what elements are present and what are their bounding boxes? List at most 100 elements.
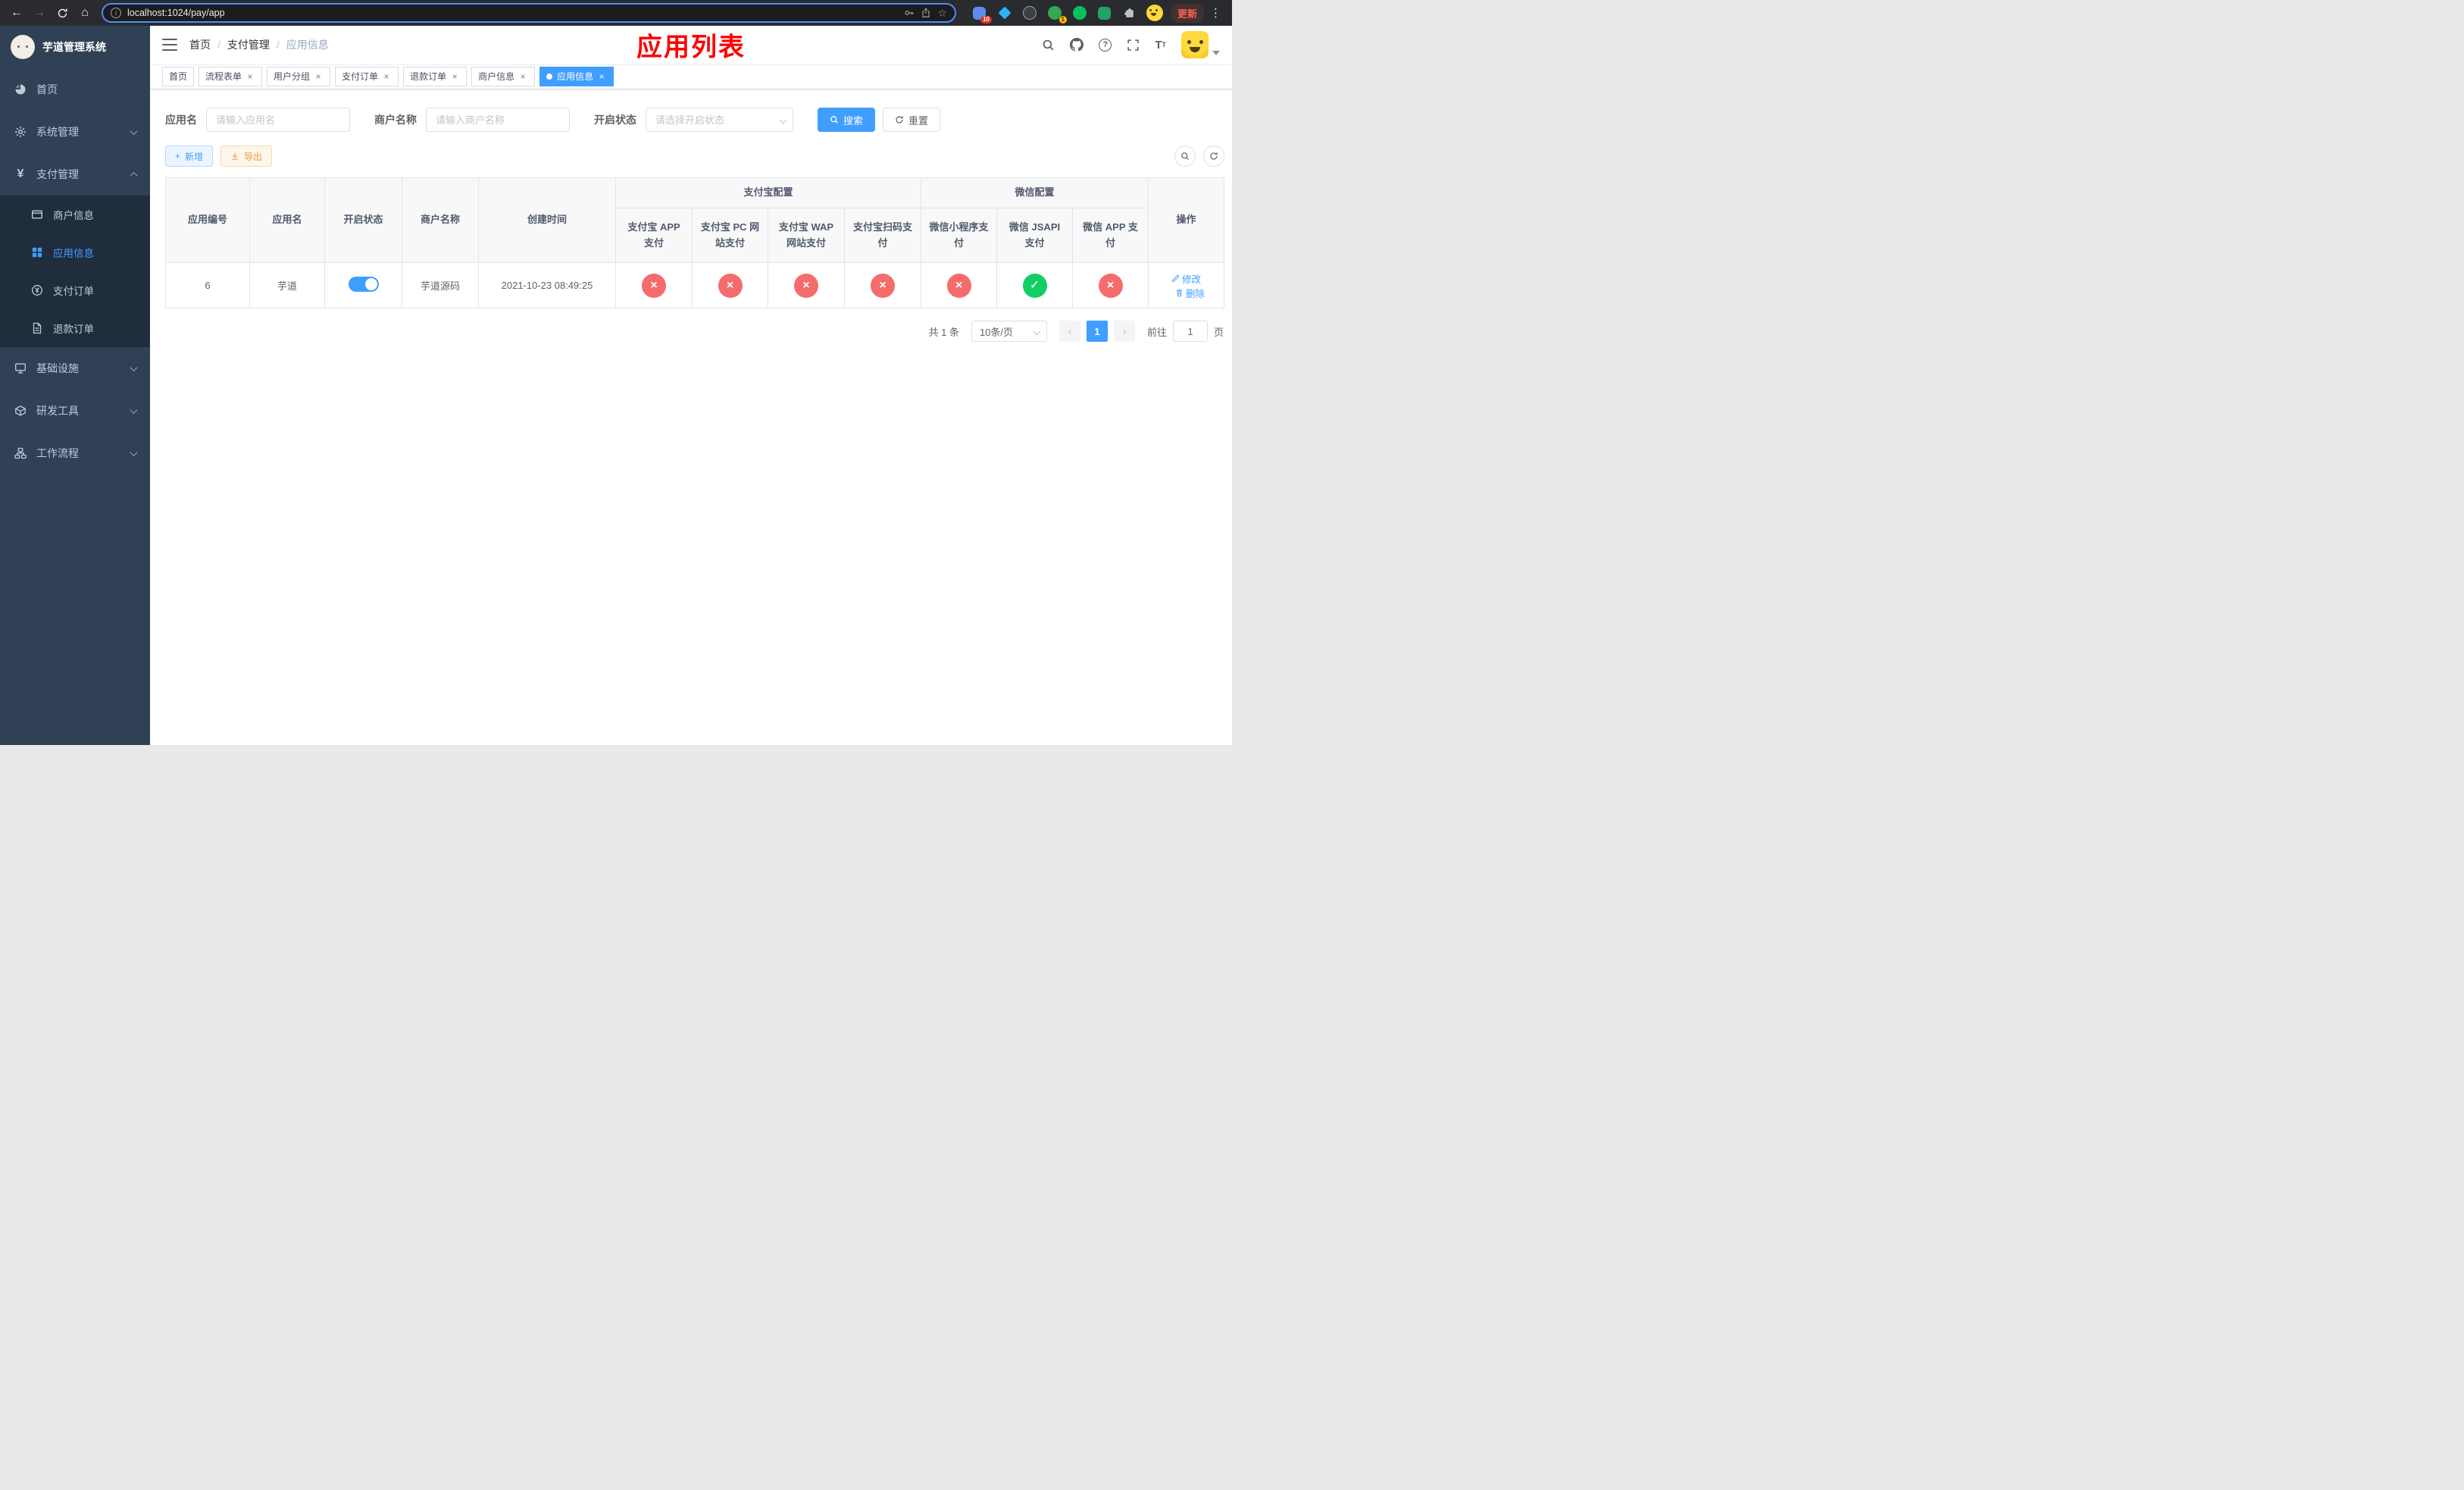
table-row: 6 芋道 芋道源码 2021-10-23 08:49:25 × × × × ×: [165, 262, 1225, 308]
close-icon[interactable]: ×: [245, 71, 255, 82]
extension-icon-4[interactable]: 1: [1046, 5, 1067, 23]
reload-icon[interactable]: [52, 2, 73, 23]
add-button[interactable]: + 新增: [165, 146, 214, 167]
tab-merchant-info[interactable]: 商户信息 ×: [471, 66, 536, 86]
hamburger-icon[interactable]: [162, 39, 177, 51]
profile-avatar[interactable]: [1146, 5, 1163, 21]
app-title: 芋道管理系统: [42, 41, 106, 53]
bookmark-star-icon[interactable]: ☆: [937, 7, 947, 20]
share-icon[interactable]: [921, 8, 931, 18]
page-number-1[interactable]: 1: [1086, 321, 1108, 342]
breadcrumb-home[interactable]: 首页: [189, 37, 211, 52]
cell-status: [324, 262, 402, 308]
back-icon[interactable]: ←: [6, 2, 27, 23]
sidebar-item-infra[interactable]: 基础设施: [0, 347, 150, 390]
col-group-alipay: 支付宝配置: [614, 177, 922, 208]
fullscreen-icon[interactable]: [1127, 39, 1140, 52]
config-cell: ×: [1072, 262, 1149, 308]
delete-button[interactable]: 删除: [1175, 286, 1205, 300]
cell-app-name: 芋道: [249, 262, 325, 308]
extension-icon-3[interactable]: [1021, 5, 1038, 21]
page-title-annotation: 应用列表: [636, 33, 746, 62]
search-icon[interactable]: [1042, 39, 1055, 52]
config-status-icon: ×: [794, 273, 818, 298]
table-toolbar: + 新增 导出: [165, 146, 1224, 167]
sidebar-item-pay-order[interactable]: 支付订单: [0, 271, 150, 309]
pagination: 共 1 条 10条/页 ‹ 1 › 前往 页: [165, 321, 1224, 342]
user-menu[interactable]: [1181, 31, 1220, 58]
font-size-icon[interactable]: TT: [1155, 39, 1166, 51]
browser-menu-icon[interactable]: ⋮: [1205, 6, 1226, 20]
extension-icon-5[interactable]: [1071, 5, 1088, 21]
config-status-icon: ×: [1098, 273, 1123, 298]
config-cell: ✓: [996, 262, 1074, 308]
breadcrumb-payment[interactable]: 支付管理: [227, 37, 270, 52]
close-icon[interactable]: ×: [381, 71, 392, 82]
toggle-search-button[interactable]: [1174, 146, 1196, 167]
sidebar-item-refund-order[interactable]: 退款订单: [0, 309, 150, 347]
chevron-down-icon: [130, 448, 138, 456]
address-bar[interactable]: i localhost:1024/pay/app ☆: [102, 3, 956, 23]
navbar-actions: ? TT: [1042, 31, 1220, 58]
refresh-button[interactable]: [1203, 146, 1224, 167]
tab-process-form[interactable]: 流程表单 ×: [199, 66, 263, 86]
gear-icon: [14, 126, 27, 138]
payment-submenu: 商户信息 应用信息 支付订单 退款订单: [0, 196, 150, 347]
browser-update-button[interactable]: 更新: [1170, 3, 1204, 23]
close-icon[interactable]: ×: [313, 71, 324, 82]
col-alipay-pc: 支付宝 PC 网站支付: [692, 208, 768, 263]
active-dot: [546, 73, 553, 80]
password-key-icon[interactable]: [904, 8, 915, 18]
extension-icon-6[interactable]: [1096, 5, 1113, 21]
extension-icon-1[interactable]: 10: [971, 5, 992, 23]
merchant-name-input[interactable]: [426, 108, 570, 132]
sidebar-item-system[interactable]: 系统管理: [0, 111, 150, 153]
tags-view: 首页 流程表单 × 用户分组 × 支付订单 × 退款订单 × 商户信息 × 应用…: [150, 64, 1232, 89]
extension-icon-2[interactable]: [996, 5, 1013, 21]
site-info-icon[interactable]: i: [111, 8, 121, 18]
help-icon[interactable]: ?: [1099, 38, 1112, 52]
forward-icon[interactable]: →: [29, 2, 50, 23]
sidebar-item-merchant-info[interactable]: 商户信息: [0, 196, 150, 233]
close-icon[interactable]: ×: [518, 71, 528, 82]
extensions-area: 10 1: [971, 5, 1163, 23]
search-form: 应用名 商户名称 开启状态: [165, 108, 1224, 132]
sidebar: 芋道管理系统 首页 系统管理 ¥ 支付管理 商户信息 应用信息 支付订单 退款订…: [0, 26, 150, 745]
col-alipay-wap: 支付宝 WAP 网站支付: [768, 208, 845, 263]
status-select[interactable]: [646, 108, 793, 132]
sidebar-item-dev-tools[interactable]: 研发工具: [0, 390, 150, 432]
edit-button[interactable]: 修改: [1171, 271, 1201, 286]
caret-down-icon: [1212, 51, 1220, 55]
home-icon[interactable]: ⌂: [74, 2, 95, 23]
delete-icon: [1176, 289, 1183, 296]
sidebar-item-payment[interactable]: ¥ 支付管理: [0, 153, 150, 196]
sidebar-item-workflow[interactable]: 工作流程: [0, 432, 150, 474]
close-icon[interactable]: ×: [596, 71, 607, 82]
breadcrumb-current: 应用信息: [286, 39, 329, 51]
next-page-button[interactable]: ›: [1113, 321, 1135, 342]
tab-user-group[interactable]: 用户分组 ×: [267, 66, 331, 86]
goto-page-input[interactable]: [1172, 321, 1208, 342]
tab-app-info[interactable]: 应用信息 ×: [539, 66, 614, 86]
sidebar-item-app-info[interactable]: 应用信息: [0, 233, 150, 271]
prev-page-button[interactable]: ‹: [1058, 321, 1080, 342]
tab-refund-order[interactable]: 退款订单 ×: [403, 66, 467, 86]
config-cell: ×: [768, 262, 845, 308]
status-label: 开启状态: [594, 114, 636, 126]
page-size-select[interactable]: 10条/页: [971, 321, 1047, 342]
status-toggle[interactable]: [348, 277, 379, 292]
merchant-name-label: 商户名称: [374, 114, 417, 126]
goto-prefix: 前往: [1146, 326, 1167, 338]
app-name-input[interactable]: [206, 108, 350, 132]
close-icon[interactable]: ×: [449, 71, 460, 82]
puzzle-extensions-icon[interactable]: [1121, 5, 1138, 21]
tab-pay-order[interactable]: 支付订单 ×: [335, 66, 399, 86]
sidebar-item-home[interactable]: 首页: [0, 68, 150, 111]
extension-badge-2: 1: [1058, 16, 1067, 23]
reset-button[interactable]: 重置: [883, 108, 941, 132]
search-button[interactable]: 搜索: [818, 108, 876, 132]
export-button[interactable]: 导出: [220, 146, 273, 167]
tab-home[interactable]: 首页: [162, 66, 195, 86]
github-icon[interactable]: [1070, 38, 1084, 52]
col-group-wechat: 微信配置: [921, 177, 1149, 208]
